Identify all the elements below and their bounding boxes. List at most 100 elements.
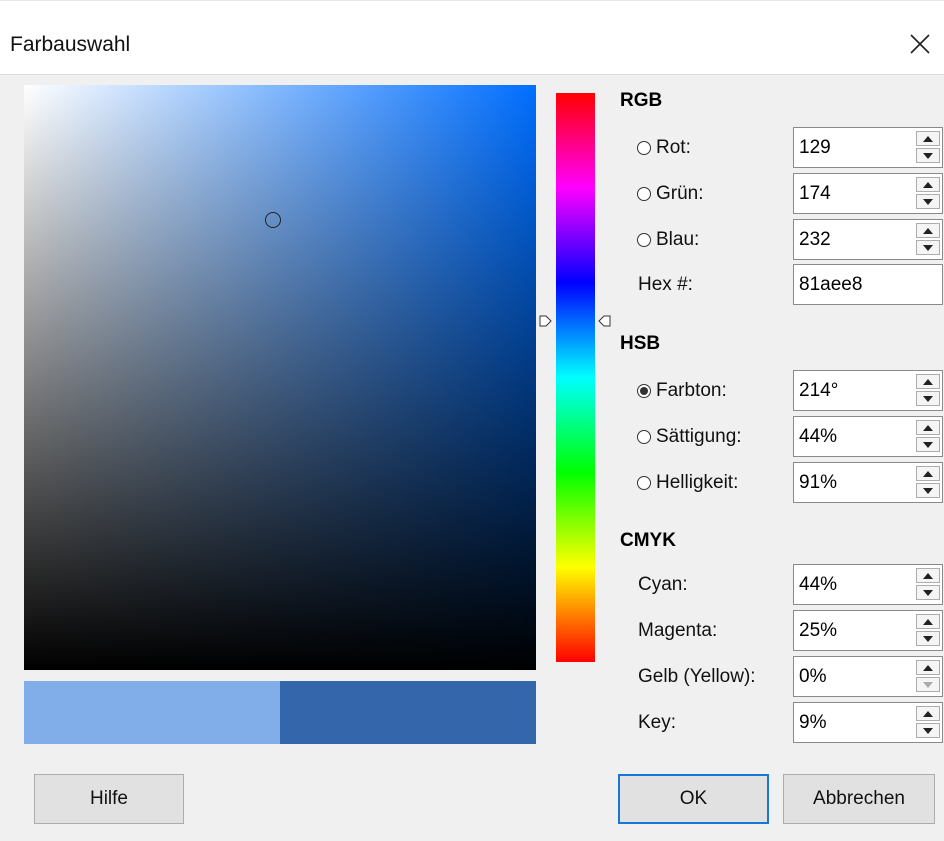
arrow-up-icon [923,181,933,188]
brightness-value[interactable]: 91% [799,463,837,502]
red-value[interactable]: 129 [799,128,831,167]
key-spinbox[interactable]: 9% [793,702,943,743]
close-button[interactable] [900,24,940,64]
old-color-preview [280,681,536,744]
color-field[interactable] [24,85,536,670]
hue-slider[interactable] [556,93,595,662]
radio-brightness[interactable]: Helligkeit: [637,468,738,498]
hex-input[interactable]: 81aee8 [793,264,943,305]
hue-decrement[interactable] [916,391,940,406]
radio-green[interactable]: Grün: [637,179,704,209]
arrow-up-icon [923,424,933,431]
key-label: Key: [638,712,677,733]
blue-spinbox[interactable]: 232 [793,219,943,260]
brightness-label: Helligkeit: [656,472,739,493]
help-button[interactable]: Hilfe [34,774,184,824]
green-decrement[interactable] [916,194,940,209]
window-top-edge [0,0,944,9]
radio-blue-indicator[interactable] [637,233,651,247]
radio-red[interactable]: Rot: [637,133,691,163]
green-spinbox[interactable]: 174 [793,173,943,214]
red-label: Rot: [656,137,691,158]
arrow-down-icon [923,681,933,688]
cmyk-heading: CMYK [620,530,676,551]
radio-saturation-indicator[interactable] [637,430,651,444]
green-value[interactable]: 174 [799,174,831,213]
hex-value[interactable]: 81aee8 [799,265,862,304]
arrow-up-icon [923,618,933,625]
red-increment[interactable] [916,131,940,146]
arrow-down-icon [923,395,933,402]
key-decrement[interactable] [916,723,940,738]
arrow-down-icon [923,441,933,448]
arrow-up-icon [923,378,933,385]
yellow-spinbox[interactable]: 0% [793,656,943,697]
blue-value[interactable]: 232 [799,220,831,259]
magenta-label: Magenta: [638,620,718,641]
cyan-label: Cyan: [638,574,688,595]
arrow-up-icon [923,710,933,717]
cyan-increment[interactable] [916,568,940,583]
magenta-increment[interactable] [916,614,940,629]
arrow-down-icon [923,198,933,205]
red-decrement[interactable] [916,148,940,163]
cyan-decrement[interactable] [916,585,940,600]
arrow-up-icon [923,572,933,579]
hue-label: Farbton: [656,380,727,401]
cyan-value[interactable]: 44% [799,565,837,604]
magenta-spinbox[interactable]: 25% [793,610,943,651]
arrow-down-icon [923,727,933,734]
saturation-decrement[interactable] [916,437,940,452]
hex-label: Hex #: [638,274,693,295]
ok-button[interactable]: OK [618,774,769,824]
arrow-down-icon [923,244,933,251]
hue-increment[interactable] [916,374,940,389]
key-value[interactable]: 9% [799,703,826,742]
radio-red-indicator[interactable] [637,141,651,155]
yellow-decrement[interactable] [916,677,940,692]
green-increment[interactable] [916,177,940,192]
cancel-button[interactable]: Abbrechen [783,774,935,824]
hsb-heading: HSB [620,333,661,354]
color-field-cursor[interactable] [265,212,281,228]
saturation-spinbox[interactable]: 44% [793,416,943,457]
hue-spinbox[interactable]: 214° [793,370,943,411]
radio-blue[interactable]: Blau: [637,225,699,255]
blue-label: Blau: [656,229,700,250]
hue-marker-right-icon[interactable] [597,314,611,328]
radio-hue[interactable]: Farbton: [637,376,727,406]
blue-decrement[interactable] [916,240,940,255]
brightness-spinbox[interactable]: 91% [793,462,943,503]
arrow-down-icon [923,589,933,596]
arrow-down-icon [923,487,933,494]
close-icon [910,34,930,54]
arrow-up-icon [923,470,933,477]
hue-value[interactable]: 214° [799,371,838,410]
arrow-up-icon [923,664,933,671]
rgb-heading: RGB [620,90,663,111]
saturation-increment[interactable] [916,420,940,435]
yellow-value[interactable]: 0% [799,657,826,696]
green-label: Grün: [656,183,704,204]
yellow-label: Gelb (Yellow): [638,666,756,687]
arrow-up-icon [923,227,933,234]
magenta-value[interactable]: 25% [799,611,837,650]
yellow-increment[interactable] [916,660,940,675]
red-spinbox[interactable]: 129 [793,127,943,168]
radio-saturation[interactable]: Sättigung: [637,422,742,452]
saturation-value[interactable]: 44% [799,417,837,456]
hue-marker-left-icon[interactable] [539,314,553,328]
brightness-increment[interactable] [916,466,940,481]
magenta-decrement[interactable] [916,631,940,646]
arrow-down-icon [923,152,933,159]
arrow-down-icon [923,635,933,642]
blue-increment[interactable] [916,223,940,238]
cyan-spinbox[interactable]: 44% [793,564,943,605]
arrow-up-icon [923,135,933,142]
radio-green-indicator[interactable] [637,187,651,201]
radio-brightness-indicator[interactable] [637,476,651,490]
saturation-label: Sättigung: [656,426,742,447]
brightness-decrement[interactable] [916,483,940,498]
radio-hue-indicator[interactable] [637,384,651,398]
key-increment[interactable] [916,706,940,721]
